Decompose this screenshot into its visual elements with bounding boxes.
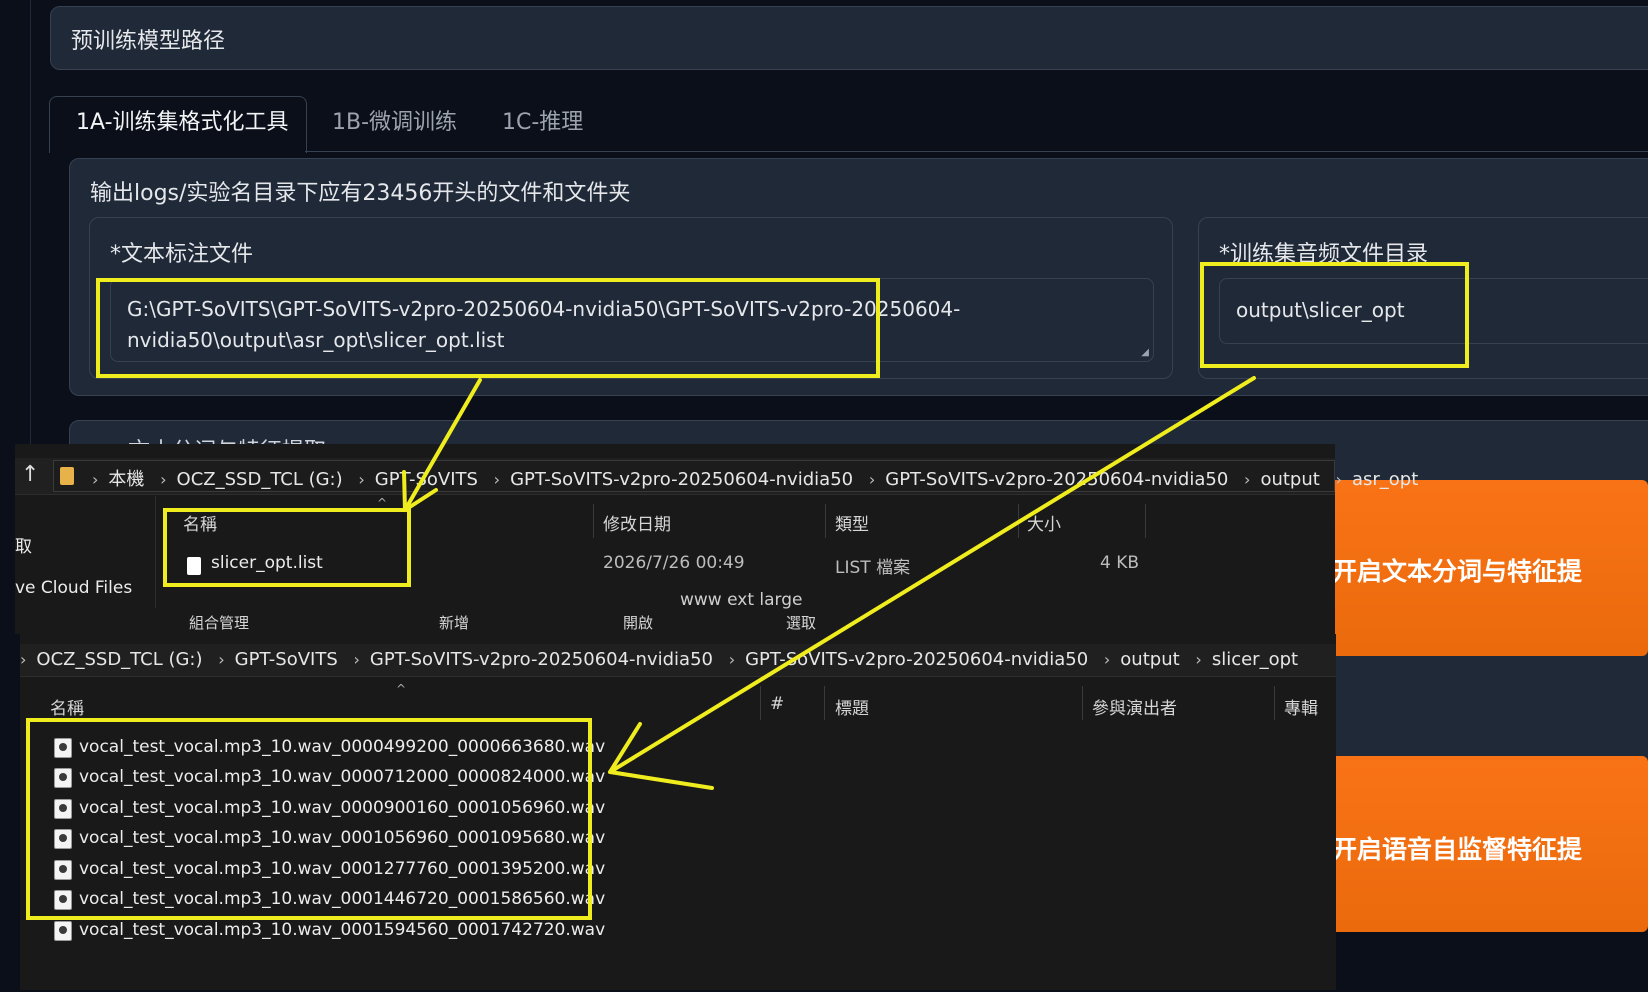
arrow-to-wav-files: [608, 376, 1256, 790]
arrow-to-list-file: [402, 378, 482, 512]
annotation-arrows: [402, 376, 1256, 790]
